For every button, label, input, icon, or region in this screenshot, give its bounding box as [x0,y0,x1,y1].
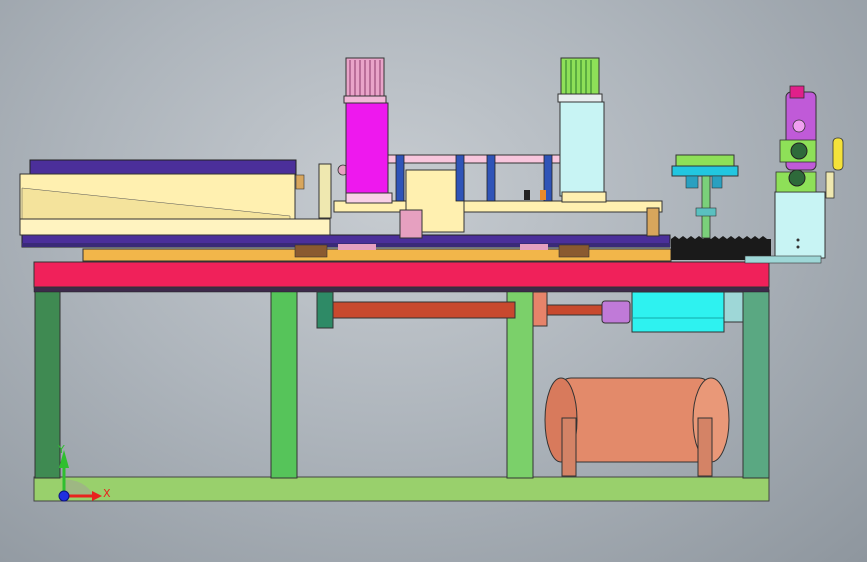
triad-x-label: X [103,487,111,500]
frame-top-red-beam [33,261,770,288]
tank-leg-left [561,417,577,477]
triad-y-label: Y [57,443,65,456]
drive-cylinder [316,291,631,329]
right-tower [744,85,844,264]
feeder-tray [19,159,349,236]
frame-mid-post-1 [270,289,298,479]
gear-assembly [671,154,739,239]
conveyor [21,234,672,262]
spindle-right [557,57,607,203]
triad-origin [58,490,70,502]
tank-leg-right [697,417,713,477]
air-tank [544,377,730,477]
frame-left-post [34,289,61,479]
spindle-left [343,57,393,204]
frame-bottom-beam [33,476,770,502]
assembly-drawing: X Y [19,57,844,502]
cad-viewport[interactable]: X Y [0,0,867,562]
servo-motor [631,291,744,333]
frame-right-post [742,289,770,479]
axis-triad: X Y [57,443,111,502]
